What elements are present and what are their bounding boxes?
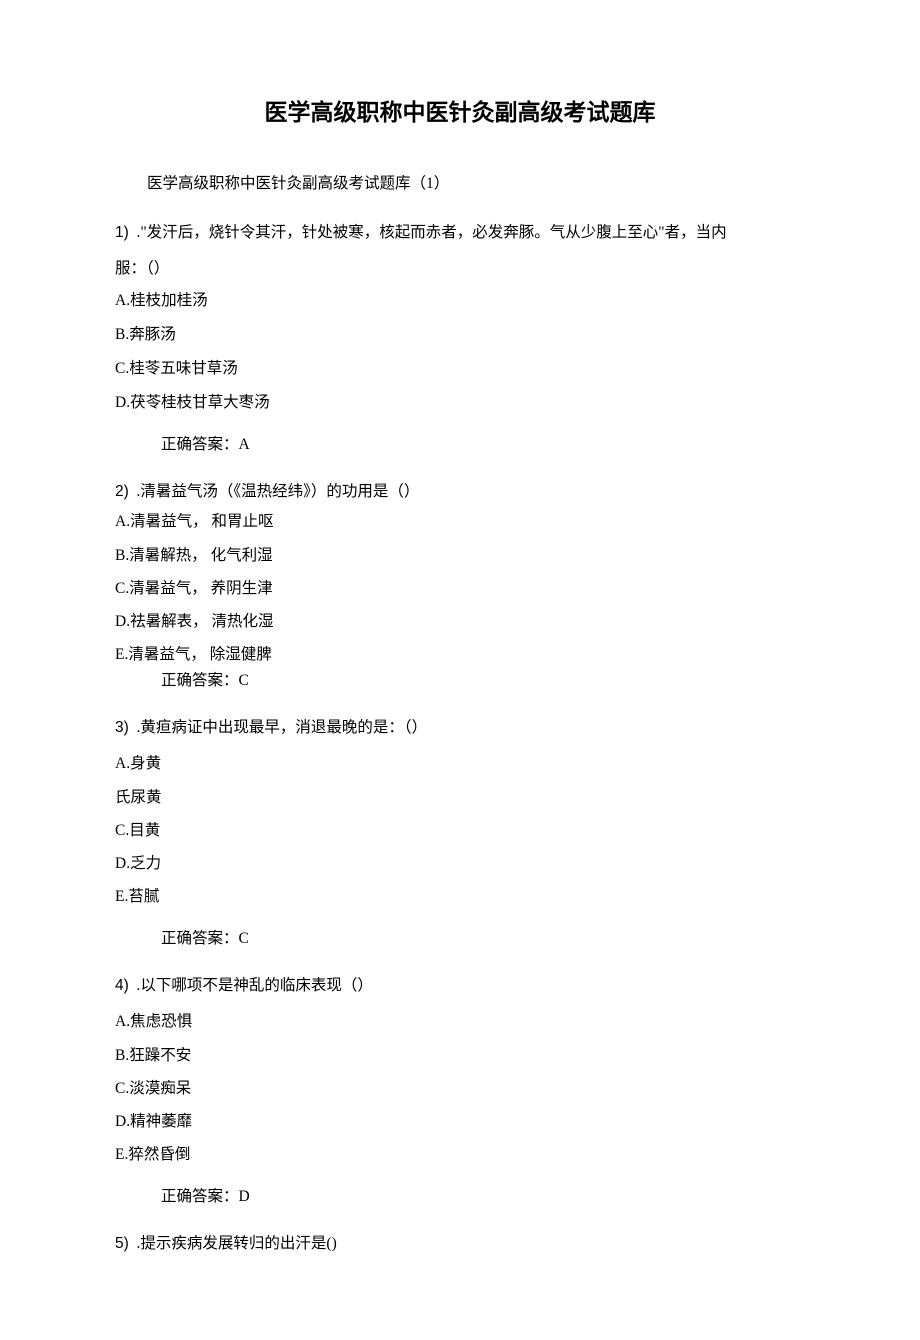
option-e: E.苔腻 [115,885,805,908]
question-text: 3) .黄疸病证中出现最早，消退最晚的是：（） [115,712,805,745]
option-c: C.目黄 [115,819,805,842]
question-number: 5) [115,1235,129,1252]
question-text: 4) .以下哪项不是神乱的临床表现（） [115,970,805,1003]
option-b: B.狂躁不安 [115,1044,805,1067]
question-number: 4) [115,977,129,994]
correct-answer: 正确答案：D [115,1185,805,1208]
option-a: A.焦虑恐惧 [115,1010,805,1033]
option-a: A.桂枝加桂汤 [115,289,805,312]
correct-answer: 正确答案：C [115,927,805,950]
question-body: .黄疸病证中出现最早，消退最晚的是：（） [137,719,428,736]
option-c: C.清暑益气， 养阴生津 [115,577,805,600]
option-b: B.奔豚汤 [115,323,805,346]
question-body: .以下哪项不是神乱的临床表现（） [137,977,373,994]
option-a: A.身黄 [115,752,805,775]
question-text: 2) .清暑益气汤（《温热经纬》）的功用是（） [115,476,805,509]
question-4: 4) .以下哪项不是神乱的临床表现（） A.焦虑恐惧 B.狂躁不安 C.淡漠痴呆… [115,970,805,1208]
option-d: D.乏力 [115,852,805,875]
question-number: 3) [115,719,129,736]
option-b: B.清暑解热， 化气利湿 [115,544,805,567]
correct-answer: 正确答案：A [115,433,805,456]
question-2: 2) .清暑益气汤（《温热经纬》）的功用是（） A.清暑益气， 和胃止呕 B.清… [115,476,805,692]
option-e: E.猝然昏倒 [115,1143,805,1166]
question-body: .提示疾病发展转归的出汗是() [137,1235,337,1252]
question-body: .清暑益气汤（《温热经纬》）的功用是（） [137,483,420,500]
question-body-line2: 服：（） [115,257,805,280]
page-title: 医学高级职称中医针灸副高级考试题库 [115,95,805,130]
option-d: D.祛暑解表， 清热化湿 [115,610,805,633]
question-3: 3) .黄疸病证中出现最早，消退最晚的是：（） A.身黄 氏尿黄 C.目黄 D.… [115,712,805,950]
question-number: 1) [115,224,129,241]
question-text: 5) .提示疾病发展转归的出汗是() [115,1228,805,1261]
option-d: D.精神萎靡 [115,1110,805,1133]
question-body-line1: ."发汗后，烧针令其汗，针处被寒，核起而赤者，必发奔豚。气从少腹上至心"者，当内 [137,224,727,241]
option-b: 氏尿黄 [115,786,805,809]
question-5: 5) .提示疾病发展转归的出汗是() [115,1228,805,1261]
correct-answer: 正确答案：C [115,669,805,692]
option-d: D.茯苓桂枝甘草大枣汤 [115,391,805,414]
option-c: C.淡漠痴呆 [115,1077,805,1100]
option-a: A.清暑益气， 和胃止呕 [115,510,805,533]
question-number: 2) [115,483,129,500]
intro-text: 医学高级职称中医针灸副高级考试题库（1） [115,172,805,195]
question-1: 1) ."发汗后，烧针令其汗，针处被寒，核起而赤者，必发奔豚。气从少腹上至心"者… [115,217,805,456]
option-e: E.清暑益气， 除湿健脾 [115,643,805,666]
option-c: C.桂苓五味甘草汤 [115,357,805,380]
question-text: 1) ."发汗后，烧针令其汗，针处被寒，核起而赤者，必发奔豚。气从少腹上至心"者… [115,217,805,250]
